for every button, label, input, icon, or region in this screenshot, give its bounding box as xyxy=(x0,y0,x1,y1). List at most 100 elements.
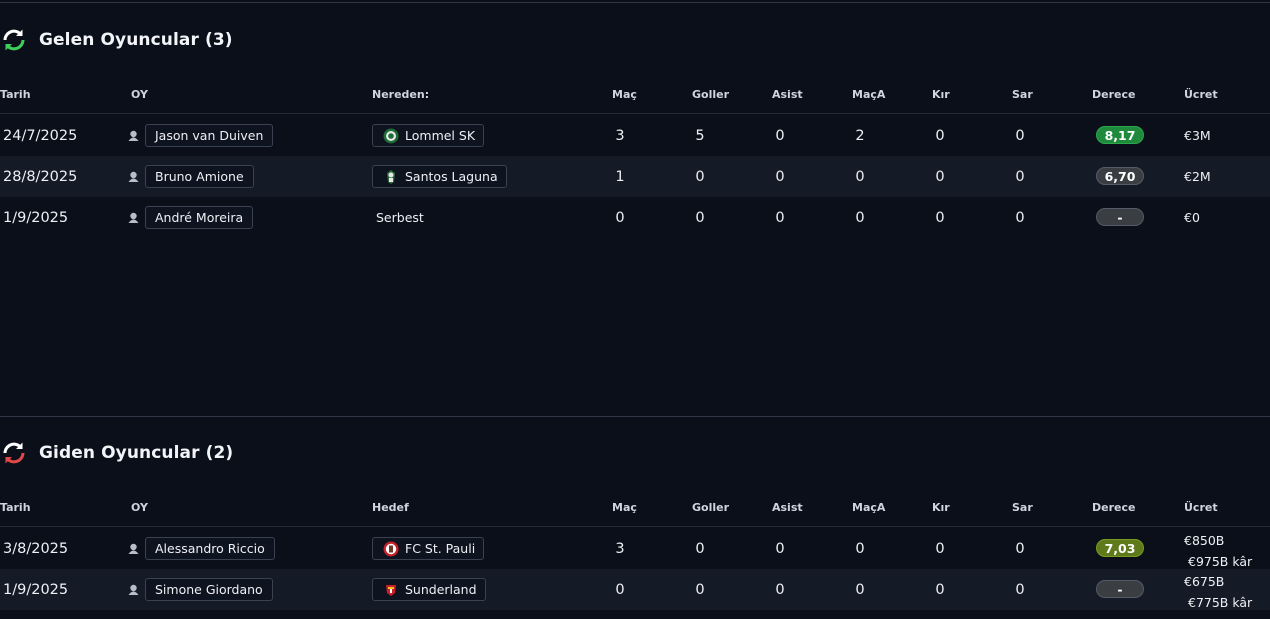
col-club-header[interactable]: Nereden: xyxy=(372,88,429,101)
apps-value: 3 xyxy=(615,127,625,144)
red-value: 0 xyxy=(935,540,945,557)
fee-value: €675B xyxy=(1184,574,1225,589)
incoming-header-line xyxy=(0,113,1270,114)
rating-badge: 7,03 xyxy=(1096,539,1144,557)
incoming-header: Gelen Oyuncular (3) xyxy=(0,25,233,55)
club-link[interactable]: Sunderland xyxy=(372,578,486,601)
assists-value: 0 xyxy=(775,168,785,185)
club-link[interactable]: Lommel SK xyxy=(372,124,485,147)
table-row[interactable]: 1/9/2025 André Moreira Serbest 0 0 0 0 0… xyxy=(0,197,1270,238)
player-cell: Bruno Amione xyxy=(128,156,254,197)
red-value: 0 xyxy=(935,127,945,144)
sunderland-crest-icon xyxy=(386,584,396,596)
player-name-link[interactable]: André Moreira xyxy=(145,206,254,229)
red-value: 0 xyxy=(935,581,945,598)
person-icon xyxy=(128,130,139,141)
col-club-header[interactable]: Hedef xyxy=(372,501,409,514)
fee-value: €0 xyxy=(1184,210,1200,225)
club-cell: FC St. Pauli xyxy=(372,528,485,569)
col-player-header[interactable]: OY xyxy=(131,501,148,514)
club-cell: Serbest xyxy=(372,197,424,238)
outgoing-title: Giden Oyuncular (2) xyxy=(39,443,234,463)
rating-badge: - xyxy=(1096,208,1144,226)
player-name-link[interactable]: Jason van Duiven xyxy=(145,124,274,147)
yellow-value: 0 xyxy=(1015,127,1025,144)
col-motm-header[interactable]: MaçA xyxy=(852,501,885,514)
incoming-title: Gelen Oyuncular (3) xyxy=(39,30,233,50)
col-apps-header[interactable]: Maç xyxy=(612,501,637,514)
table-row[interactable]: 28/8/2025 Bruno Amione Santos Laguna 1 0… xyxy=(0,156,1270,197)
fee-value: €3M xyxy=(1184,128,1211,143)
person-icon xyxy=(128,584,139,595)
motm-value: 0 xyxy=(855,168,865,185)
section-divider xyxy=(0,416,1270,417)
col-goals-header[interactable]: Goller xyxy=(692,88,729,101)
col-assists-header[interactable]: Asist xyxy=(772,88,803,101)
transfer-out-icon xyxy=(3,442,25,464)
club-name: FC St. Pauli xyxy=(405,541,476,556)
yellow-value: 0 xyxy=(1015,581,1025,598)
apps-value: 0 xyxy=(615,209,625,226)
goals-value: 0 xyxy=(695,168,705,185)
col-date-header[interactable]: Tarih xyxy=(0,88,31,101)
club-link[interactable]: Santos Laguna xyxy=(372,165,507,188)
yellow-value: 0 xyxy=(1015,209,1025,226)
santos-crest-icon xyxy=(387,169,395,184)
club-name: Serbest xyxy=(376,210,424,225)
outgoing-section: Giden Oyuncular (2) Tarih OY Hedef Maç G… xyxy=(0,438,1270,619)
assists-value: 0 xyxy=(775,540,785,557)
table-row[interactable]: 1/9/2025 Simone Giordano Sunderland 0 0 … xyxy=(0,569,1270,610)
col-motm-header[interactable]: MaçA xyxy=(852,88,885,101)
goals-value: 5 xyxy=(695,127,705,144)
rating-badge: 8,17 xyxy=(1096,126,1144,144)
motm-value: 0 xyxy=(855,581,865,598)
incoming-table-header: Tarih OY Nereden: Maç Goller Asist MaçA … xyxy=(0,85,1270,105)
table-row[interactable]: 3/8/2025 Alessandro Riccio FC St. Pauli … xyxy=(0,528,1270,569)
col-yellow-header[interactable]: Sar xyxy=(1012,88,1033,101)
col-fee-header[interactable]: Ücret xyxy=(1184,501,1218,514)
goals-value: 0 xyxy=(695,209,705,226)
col-apps-header[interactable]: Maç xyxy=(612,88,637,101)
club-name: Santos Laguna xyxy=(405,169,498,184)
table-row[interactable]: 24/7/2025 Jason van Duiven Lommel SK 3 5… xyxy=(0,115,1270,156)
col-goals-header[interactable]: Goller xyxy=(692,501,729,514)
player-cell: Simone Giordano xyxy=(128,569,273,610)
player-cell: Alessandro Riccio xyxy=(128,528,275,569)
person-icon xyxy=(128,543,139,554)
transfer-date: 24/7/2025 xyxy=(3,127,78,144)
col-date-header[interactable]: Tarih xyxy=(0,501,31,514)
apps-value: 3 xyxy=(615,540,625,557)
rating-badge: 6,70 xyxy=(1096,167,1144,185)
col-assists-header[interactable]: Asist xyxy=(772,501,803,514)
goals-value: 0 xyxy=(695,540,705,557)
transfer-in-icon xyxy=(3,29,25,51)
outgoing-header: Giden Oyuncular (2) xyxy=(0,438,233,468)
red-value: 0 xyxy=(935,209,945,226)
club-cell: Santos Laguna xyxy=(372,156,507,197)
col-red-header[interactable]: Kır xyxy=(932,88,950,101)
player-name-link[interactable]: Bruno Amione xyxy=(145,165,254,188)
player-name-link[interactable]: Alessandro Riccio xyxy=(145,537,275,560)
col-rating-header[interactable]: Derece xyxy=(1092,501,1135,514)
col-rating-header[interactable]: Derece xyxy=(1092,88,1135,101)
assists-value: 0 xyxy=(775,127,785,144)
club-link[interactable]: FC St. Pauli xyxy=(372,537,485,560)
transfer-date: 1/9/2025 xyxy=(3,581,69,598)
col-fee-header[interactable]: Ücret xyxy=(1184,88,1218,101)
yellow-value: 0 xyxy=(1015,168,1025,185)
profit-value: €775B kâr xyxy=(1188,595,1253,610)
person-icon xyxy=(128,171,139,182)
col-red-header[interactable]: Kır xyxy=(932,501,950,514)
apps-value: 1 xyxy=(615,168,625,185)
player-cell: Jason van Duiven xyxy=(128,115,274,156)
col-yellow-header[interactable]: Sar xyxy=(1012,501,1033,514)
col-player-header[interactable]: OY xyxy=(131,88,148,101)
yellow-value: 0 xyxy=(1015,540,1025,557)
red-value: 0 xyxy=(935,168,945,185)
apps-value: 0 xyxy=(615,581,625,598)
motm-value: 2 xyxy=(855,127,865,144)
motm-value: 0 xyxy=(855,209,865,226)
transfer-date: 3/8/2025 xyxy=(3,540,69,557)
player-name-link[interactable]: Simone Giordano xyxy=(145,578,273,601)
fee-value: €2M xyxy=(1184,169,1211,184)
